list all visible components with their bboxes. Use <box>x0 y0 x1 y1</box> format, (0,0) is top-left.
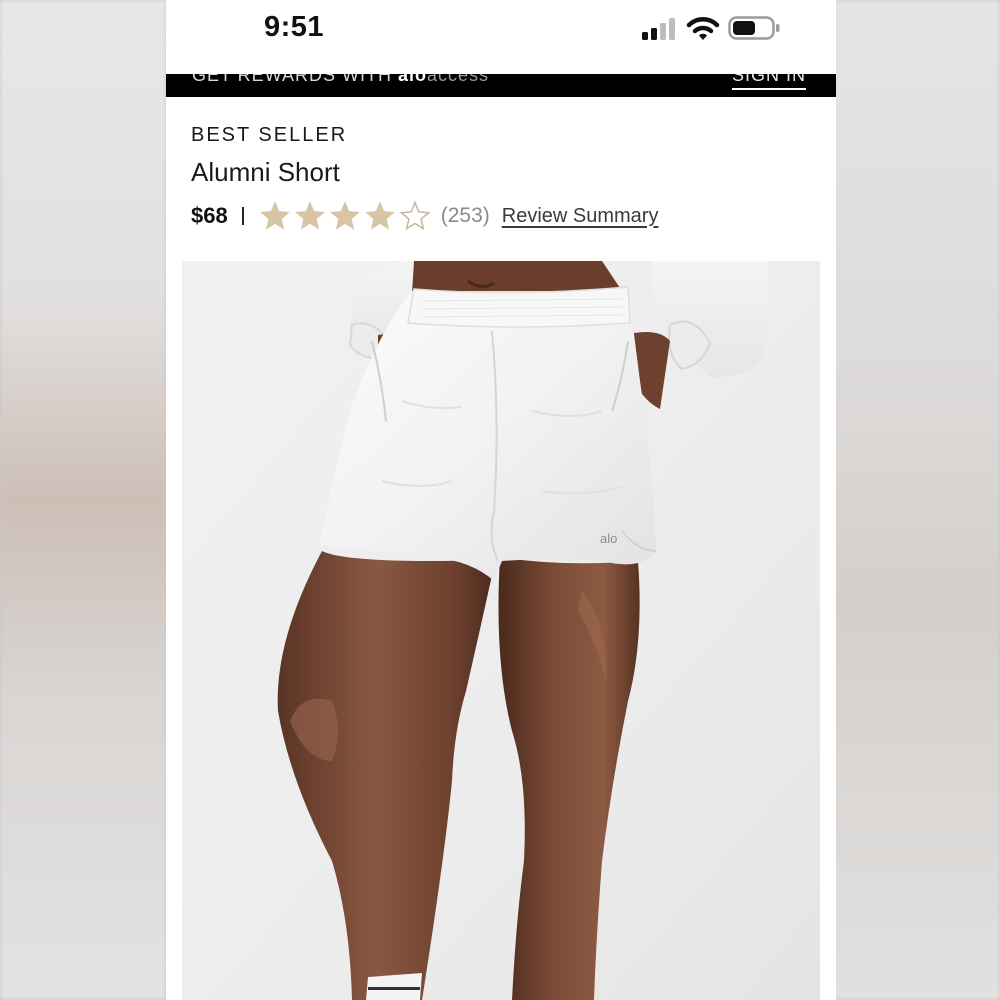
best-seller-badge: BEST SELLER <box>191 124 348 146</box>
product-price: $68 <box>191 203 228 228</box>
cellular-signal-icon <box>642 18 675 40</box>
price-rating-row: $68 (253) Review Summary <box>191 196 658 236</box>
blurred-backdrop-left <box>0 0 166 1000</box>
product-photo: alo <box>182 261 820 1000</box>
rewards-banner-text: GET REWARDS WITH aloaccess <box>192 74 489 86</box>
star-filled-icon <box>294 201 325 230</box>
star-filled-icon <box>329 201 360 230</box>
phone-screen: 9:51 GET REWARDS WITH aloaccess SIGN IN … <box>166 0 836 1000</box>
star-filled-icon <box>364 201 395 230</box>
sign-in-link[interactable]: SIGN IN <box>732 74 807 90</box>
star-empty-icon <box>399 200 431 231</box>
star-filled-icon <box>259 201 290 230</box>
status-bar: 9:51 <box>166 0 836 74</box>
wifi-icon <box>686 17 720 40</box>
price-divider <box>241 207 244 225</box>
blurred-backdrop-right <box>834 0 1000 1000</box>
review-summary-link[interactable]: Review Summary <box>502 205 659 228</box>
alo-brand-logo: alo <box>398 74 428 85</box>
status-time: 9:51 <box>264 11 325 43</box>
product-title: Alumni Short <box>191 157 340 187</box>
rewards-banner[interactable]: GET REWARDS WITH aloaccess SIGN IN <box>166 74 836 97</box>
star-rating[interactable] <box>258 198 433 234</box>
product-image[interactable]: alo <box>182 261 820 1000</box>
shorts-logo: alo <box>600 531 617 546</box>
review-count[interactable]: (253) <box>441 204 490 228</box>
battery-icon <box>728 16 780 40</box>
